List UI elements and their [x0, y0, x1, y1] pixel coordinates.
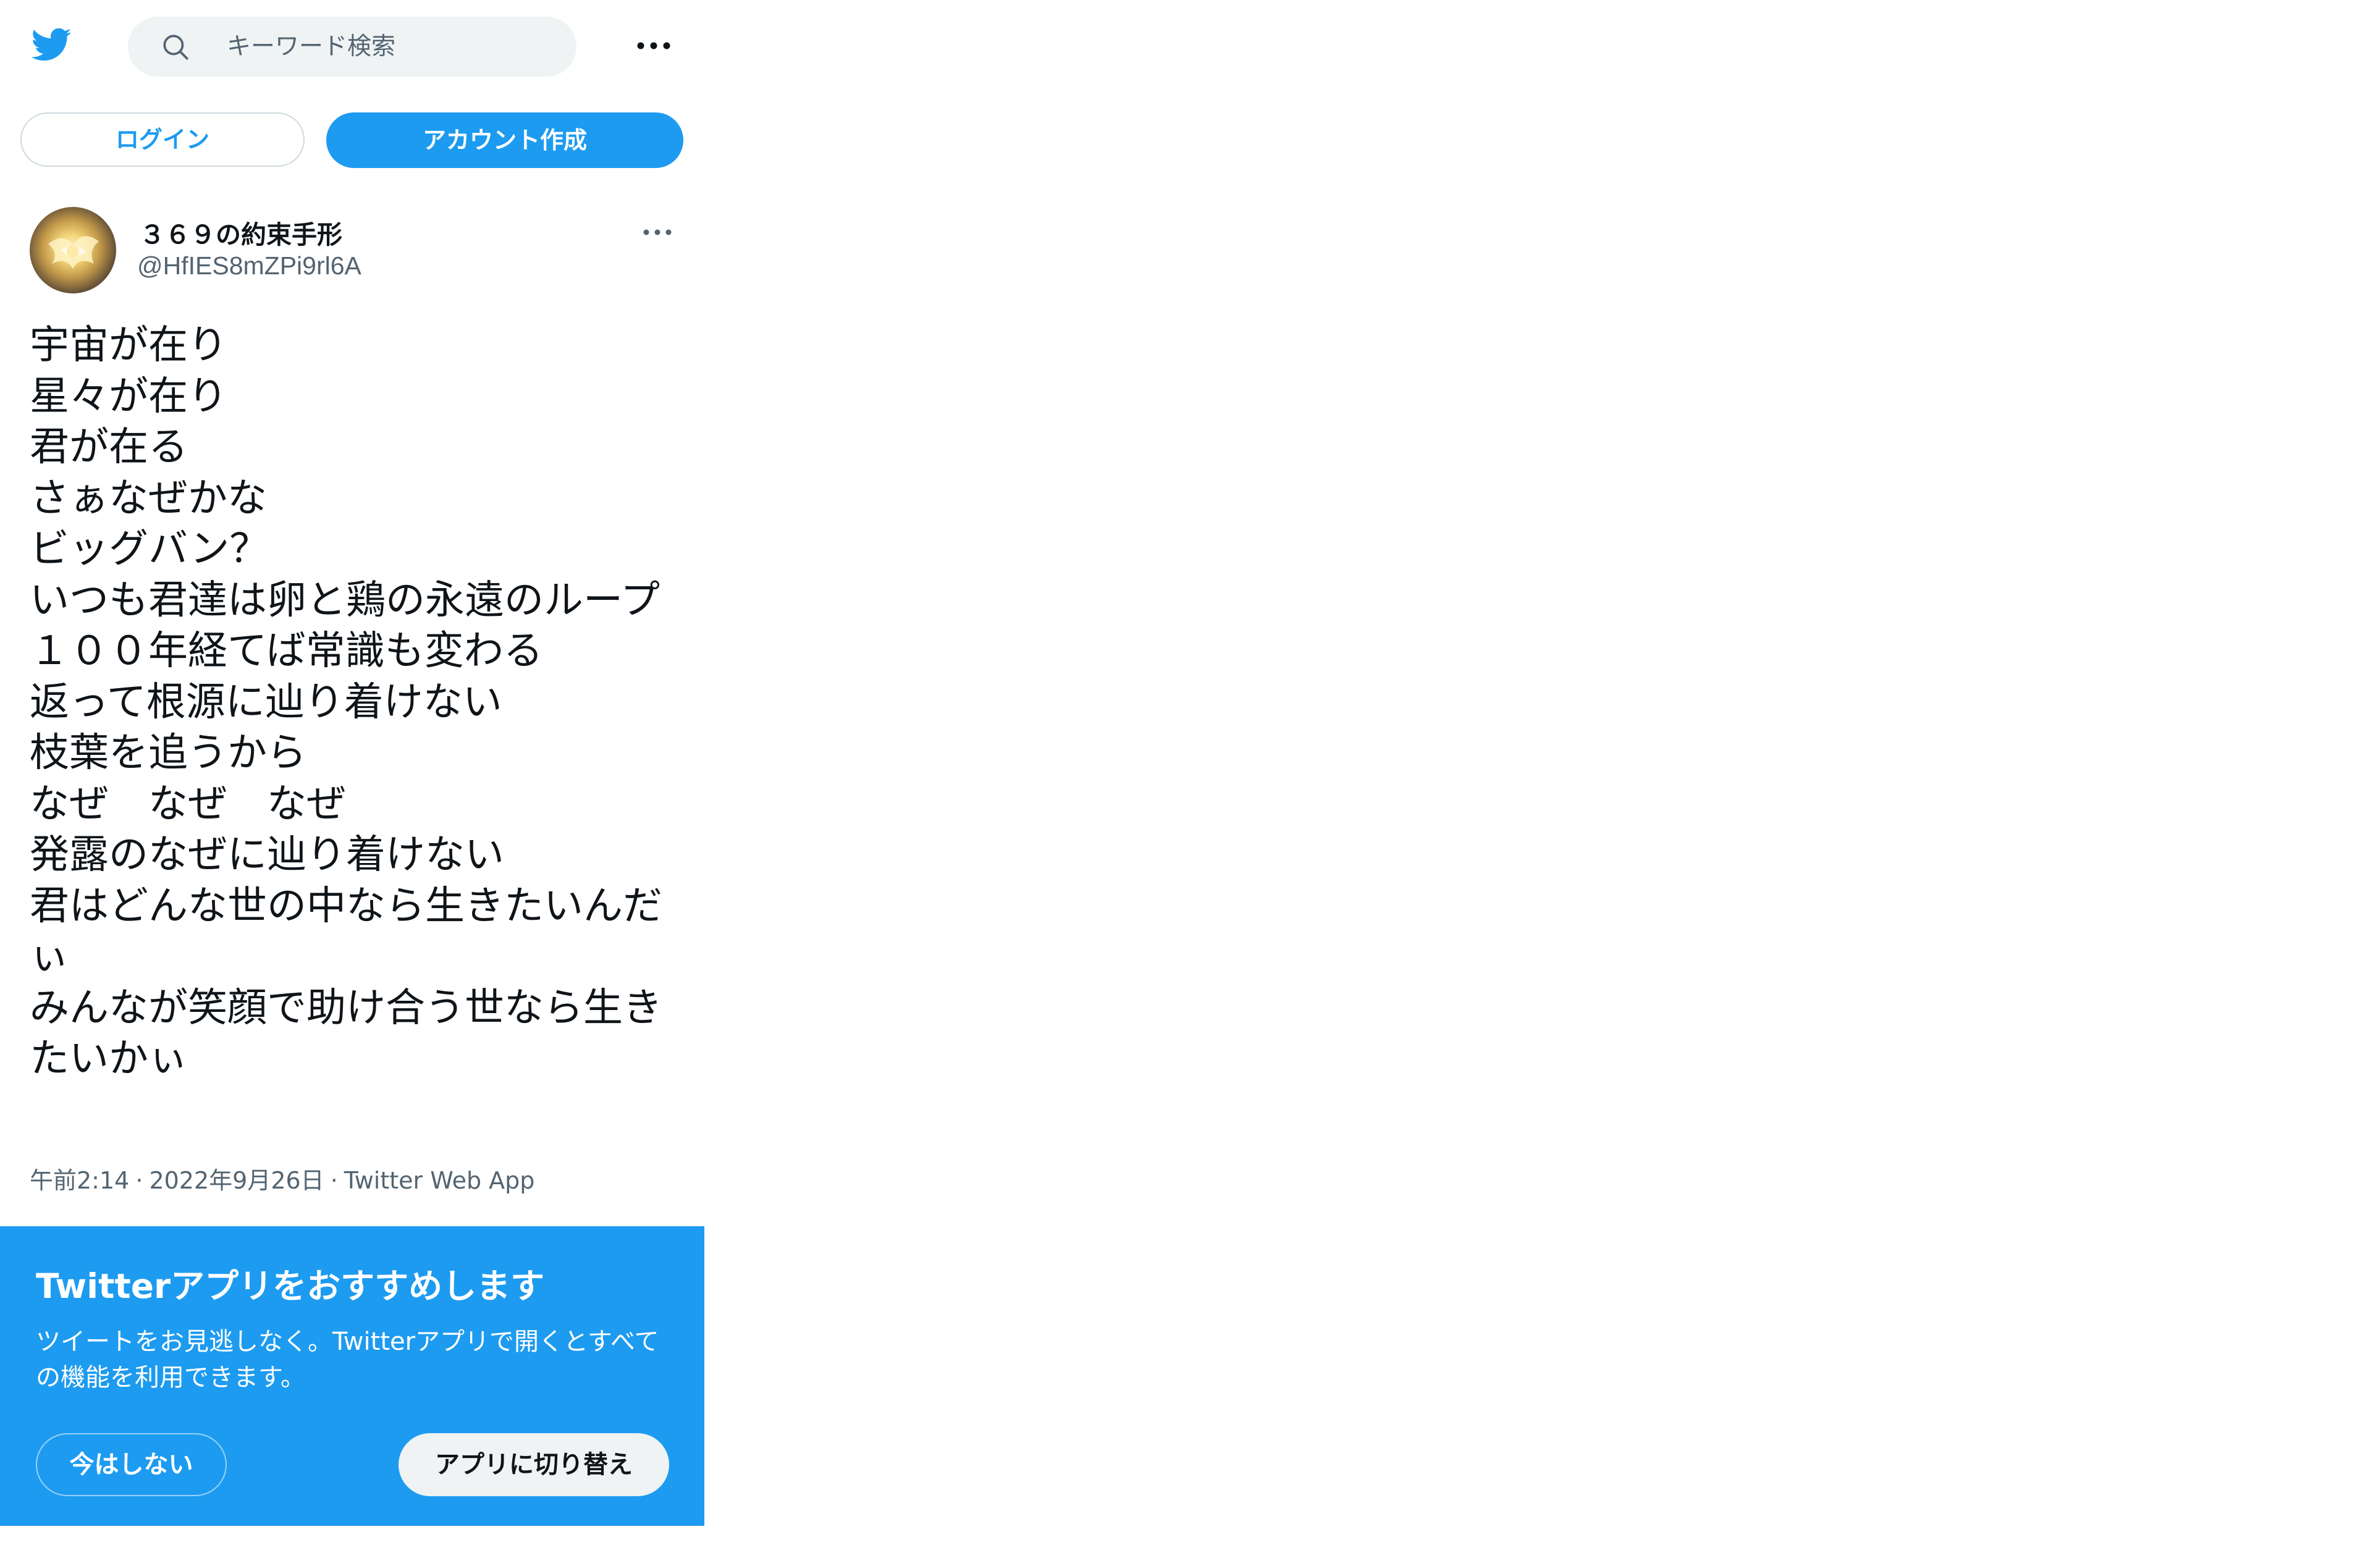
tweet-page: ログイン アカウント作成 ３６９の約束手形 @HfIES8mZPi9rl6A 宇…: [0, 0, 2380, 1566]
tweet-time[interactable]: 午前2:14: [30, 1167, 129, 1194]
avatar[interactable]: [30, 207, 116, 293]
tweet-date[interactable]: 2022年9月26日: [149, 1167, 324, 1194]
not-now-button[interactable]: 今はしない: [36, 1433, 227, 1496]
tweet-text: 宇宙が在り 星々が在り 君が在る さぁなぜかな ビッグバン？ いつも君達は卵と鶏…: [30, 322, 662, 1082]
search-input[interactable]: [227, 17, 560, 77]
search-icon: [163, 35, 188, 60]
user-handle[interactable]: @HfIES8mZPi9rl6A: [137, 251, 361, 280]
twitter-bird-icon[interactable]: [27, 23, 74, 65]
search-bar[interactable]: [128, 17, 576, 77]
banner-body: ツイートをお見逃しなく。Twitterアプリで開くとすべての機能を利用できます。: [36, 1328, 659, 1392]
more-horizontal-icon[interactable]: [639, 220, 676, 245]
avatar-image: [48, 236, 99, 269]
tweet-source: Twitter Web App: [344, 1167, 535, 1194]
login-button[interactable]: ログイン: [20, 112, 305, 167]
switch-to-app-button[interactable]: アプリに切り替え: [399, 1433, 669, 1496]
more-horizontal-icon[interactable]: [630, 31, 677, 61]
signup-button[interactable]: アカウント作成: [326, 112, 683, 168]
top-bar: [0, 0, 704, 99]
meta-separator: ·: [135, 1167, 143, 1194]
tweet-meta: 午前2:14 · 2022年9月26日 · Twitter Web App: [30, 1161, 534, 1195]
app-promo-banner: Twitterアプリをおすすめします ツイートをお見逃しなく。Twitterアプ…: [0, 1226, 704, 1526]
display-name[interactable]: ３６９の約束手形: [140, 214, 342, 251]
meta-separator: ·: [330, 1167, 338, 1194]
banner-title: Twitterアプリをおすすめします: [36, 1266, 545, 1306]
